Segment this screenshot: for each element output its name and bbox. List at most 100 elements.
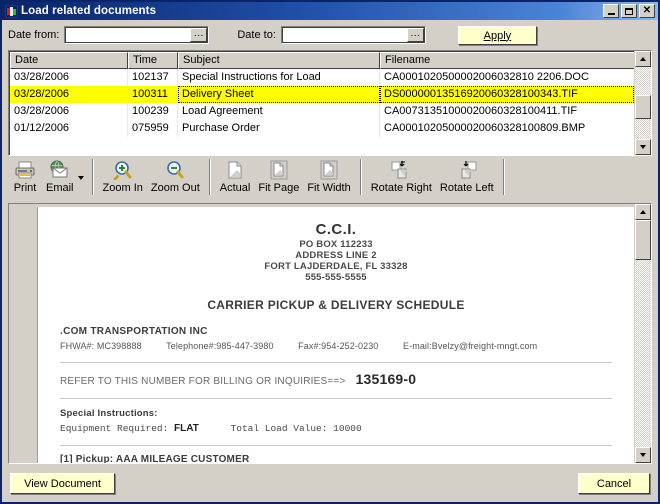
cell-subject: Load Agreement: [178, 103, 380, 120]
date-to-browse-button[interactable]: ...: [406, 28, 424, 42]
close-icon[interactable]: ✕: [639, 4, 655, 18]
document-contact-line: FHWA#: MC398888 Telephone#:985-447-3980 …: [60, 341, 612, 351]
divider: [60, 362, 612, 364]
email-button[interactable]: Email: [42, 159, 78, 195]
email-label: Email: [46, 182, 74, 194]
document-telephone: Telephone#:985-447-3980: [166, 341, 274, 351]
list-scroll-thumb[interactable]: [635, 95, 651, 119]
filter-bar: Date from: ... Date to: ... Apply: [2, 20, 658, 50]
maximize-button[interactable]: [621, 4, 637, 18]
rotate-right-button[interactable]: Rotate Right: [367, 159, 436, 195]
cell-date: 03/28/2006: [10, 86, 128, 103]
date-from-label: Date from:: [8, 29, 60, 41]
document-equipment-line: Equipment Required: FLAT Total Load Valu…: [60, 423, 612, 434]
rotate-left-button[interactable]: Rotate Left: [436, 159, 498, 195]
fit-width-icon: [320, 159, 338, 181]
preview-scroll-thumb[interactable]: [635, 220, 651, 260]
cell-filename: CA0001020500002006032810 2206.DOC: [384, 71, 589, 83]
document-content: C.C.I. PO BOX 112233 ADDRESS LINE 2 FORT…: [38, 207, 634, 463]
zoom-out-icon: [164, 159, 186, 181]
toolbar-separator: [91, 159, 94, 195]
cell-time: 102137: [128, 69, 178, 86]
date-from-field[interactable]: ...: [64, 26, 210, 44]
document-carrier-name: .COM TRANSPORTATION INC: [60, 326, 208, 337]
document-special-instructions-label: Special Instructions:: [60, 408, 158, 419]
cell-subject: Special Instructions for Load: [178, 69, 380, 86]
document-reference-text: REFER TO THIS NUMBER FOR BILLING OR INQU…: [60, 376, 346, 387]
rotate-left-label: Rotate Left: [439, 182, 494, 194]
document-reference-line: REFER TO THIS NUMBER FOR BILLING OR INQU…: [60, 371, 612, 387]
actual-label: Actual: [219, 182, 251, 194]
apply-button-label: Apply: [483, 29, 512, 42]
rotate-right-icon: [389, 159, 413, 181]
view-document-button[interactable]: View Document: [10, 472, 115, 494]
document-total-load-value-label: Total Load Value:: [230, 423, 328, 434]
date-to-input[interactable]: [281, 28, 425, 42]
preview-scroll-up-arrow-icon[interactable]: [635, 204, 651, 220]
scroll-up-arrow-icon[interactable]: [635, 51, 651, 67]
date-to-field[interactable]: ...: [280, 26, 426, 44]
print-button[interactable]: Print: [8, 159, 42, 195]
document-address-line-1: PO BOX 112233: [299, 239, 373, 250]
list-body: 03/28/2006 102137 Special Instructions f…: [10, 69, 634, 155]
print-label: Print: [13, 182, 37, 194]
divider: [60, 445, 612, 447]
load-related-documents-window: Load related documents ✕ Date from: ... …: [0, 0, 660, 504]
document-preview-viewport[interactable]: C.C.I. PO BOX 112233 ADDRESS LINE 2 FORT…: [9, 204, 634, 463]
chevron-down-icon[interactable]: [77, 176, 84, 180]
fit-page-label: Fit Page: [258, 182, 300, 194]
document-address-line-2: ADDRESS LINE 2: [295, 250, 377, 261]
apply-button[interactable]: Apply: [457, 25, 537, 45]
table-row[interactable]: 01/12/2006 075959 Purchase Order CA00010…: [10, 120, 634, 137]
document-address-line-3: FORT LAJDERDALE, FL 33328: [264, 261, 408, 272]
divider: [60, 398, 612, 400]
document-total-load-value: 10000: [333, 423, 362, 434]
list-vertical-scrollbar[interactable]: [634, 51, 651, 155]
column-header-filename[interactable]: Filename: [380, 52, 634, 69]
column-header-time[interactable]: Time: [128, 52, 178, 69]
document-reference-number: 135169-0: [355, 371, 417, 387]
cell-filename: CA00731351000020060328100411.TIF: [384, 105, 578, 117]
toolbar-separator: [359, 159, 362, 195]
document-preview-panel[interactable]: C.C.I. PO BOX 112233 ADDRESS LINE 2 FORT…: [8, 203, 652, 464]
cell-date: 01/12/2006: [10, 120, 128, 137]
scroll-down-arrow-icon[interactable]: [635, 139, 651, 155]
actual-size-button[interactable]: Actual: [216, 159, 255, 195]
documents-list[interactable]: Date Time Subject Filename 03/28/2006 10…: [8, 50, 652, 156]
column-header-date[interactable]: Date: [10, 52, 128, 69]
email-icon: [47, 159, 73, 181]
document-equipment-value: FLAT: [174, 423, 199, 434]
table-row[interactable]: 03/28/2006 100311 Delivery Sheet DS00000…: [10, 86, 634, 103]
table-row[interactable]: 03/28/2006 100239 Load Agreement CA00731…: [10, 103, 634, 120]
zoom-out-button[interactable]: Zoom Out: [147, 159, 204, 195]
viewer-toolbar: Print Email Zoom In Zoom Out Actual Fit …: [2, 156, 658, 203]
window-controls: ✕: [603, 4, 656, 18]
documents-list-inner: Date Time Subject Filename 03/28/2006 10…: [9, 51, 634, 155]
fit-width-button[interactable]: Fit Width: [303, 159, 354, 195]
rotate-right-label: Rotate Right: [370, 182, 432, 194]
fit-page-button[interactable]: Fit Page: [254, 159, 303, 195]
cell-filename: DS00000013516920060328100343.TIF: [380, 86, 634, 103]
cancel-button[interactable]: Cancel: [578, 472, 650, 494]
date-to-label: Date to:: [237, 29, 276, 41]
window-title: Load related documents: [21, 5, 157, 17]
document-company-initials: C.C.I.: [315, 221, 357, 238]
list-scroll-track[interactable]: [635, 67, 651, 139]
preview-scroll-track[interactable]: [635, 220, 651, 447]
dialog-footer: View Document Cancel: [2, 464, 658, 502]
document-page: C.C.I. PO BOX 112233 ADDRESS LINE 2 FORT…: [38, 207, 634, 463]
column-header-subject[interactable]: Subject: [178, 52, 380, 69]
minimize-button[interactable]: [603, 4, 619, 18]
page-actual-icon: [226, 159, 244, 181]
zoom-in-icon: [112, 159, 134, 181]
document-email: E-mail:Bvelzy@freight-mngt.com: [403, 341, 538, 351]
document-pickup-line: [1] Pickup: AAA MILEAGE CUSTOMER: [60, 454, 250, 463]
zoom-in-button[interactable]: Zoom In: [99, 159, 147, 195]
date-from-browse-button[interactable]: ...: [190, 28, 208, 42]
date-from-input[interactable]: [65, 28, 209, 42]
preview-scroll-down-arrow-icon[interactable]: [635, 447, 651, 463]
document-equipment-label: Equipment Required:: [60, 423, 169, 434]
preview-vertical-scrollbar[interactable]: [634, 204, 651, 463]
table-row[interactable]: 03/28/2006 102137 Special Instructions f…: [10, 69, 634, 86]
fit-page-icon: [270, 159, 288, 181]
